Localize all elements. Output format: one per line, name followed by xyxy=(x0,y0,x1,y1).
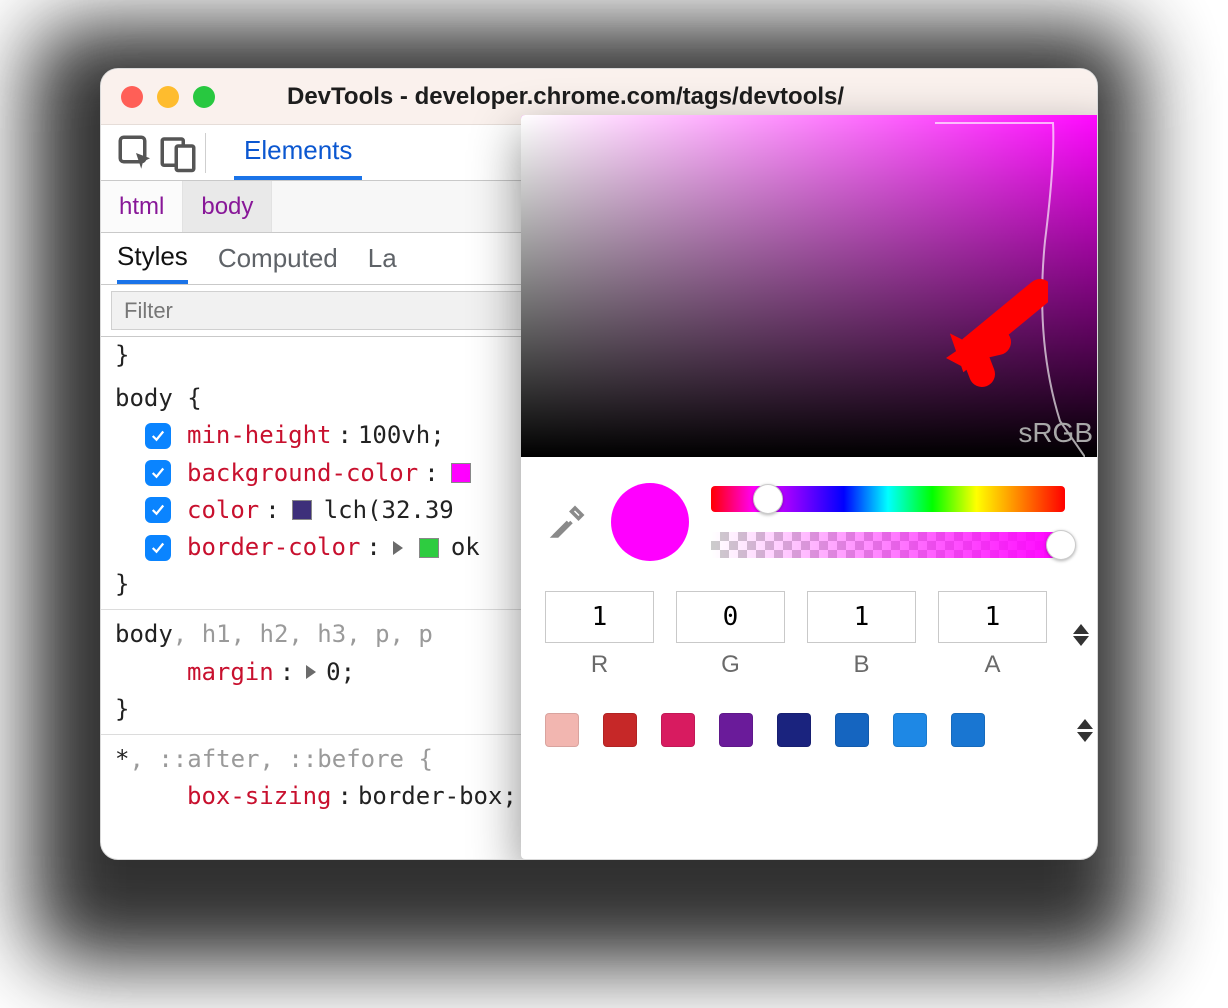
enable-checkbox[interactable] xyxy=(145,535,171,561)
subtab-styles[interactable]: Styles xyxy=(117,233,188,284)
color-palette xyxy=(521,683,1098,747)
tab-elements[interactable]: Elements xyxy=(234,125,362,180)
inspect-element-icon[interactable] xyxy=(115,132,157,174)
b-input[interactable]: 1 xyxy=(807,591,916,643)
b-label: B xyxy=(853,651,869,679)
picker-swatch-row xyxy=(521,457,1098,571)
color-swatch-icon[interactable] xyxy=(451,463,471,483)
palette-swatch[interactable] xyxy=(545,713,579,747)
r-input[interactable]: 1 xyxy=(545,591,654,643)
expand-triangle-icon[interactable] xyxy=(306,665,316,679)
color-swatch-icon[interactable] xyxy=(419,538,439,558)
palette-page-toggle[interactable] xyxy=(1077,719,1093,742)
zoom-window-button[interactable] xyxy=(193,86,215,108)
palette-swatch[interactable] xyxy=(661,713,695,747)
css-value: 0; xyxy=(326,654,355,691)
minimize-window-button[interactable] xyxy=(157,86,179,108)
gamut-boundary-line xyxy=(935,121,1085,457)
hue-slider-knob[interactable] xyxy=(753,484,783,514)
chevron-down-icon xyxy=(1077,732,1093,742)
window-title: DevTools - developer.chrome.com/tags/dev… xyxy=(247,83,1077,111)
css-property: color xyxy=(187,492,259,529)
g-input[interactable]: 0 xyxy=(676,591,785,643)
device-toggle-icon[interactable] xyxy=(157,132,199,174)
alpha-slider[interactable] xyxy=(711,532,1065,558)
color-mode-toggle[interactable] xyxy=(1069,624,1093,646)
palette-swatch[interactable] xyxy=(951,713,985,747)
css-property: box-sizing xyxy=(187,778,332,815)
palette-swatch[interactable] xyxy=(835,713,869,747)
chevron-down-icon xyxy=(1073,636,1089,646)
css-value: lch(32.39 xyxy=(324,492,454,529)
breadcrumb-body[interactable]: body xyxy=(183,181,272,232)
enable-checkbox[interactable] xyxy=(145,460,171,486)
eyedropper-icon[interactable] xyxy=(547,501,589,543)
palette-swatch[interactable] xyxy=(777,713,811,747)
devtools-window: DevTools - developer.chrome.com/tags/dev… xyxy=(100,68,1098,860)
css-property: min-height xyxy=(187,417,332,454)
hue-slider[interactable] xyxy=(711,486,1065,512)
chevron-up-icon xyxy=(1077,719,1093,729)
css-property: background-color xyxy=(187,455,418,492)
current-color-swatch xyxy=(611,483,689,561)
color-swatch-icon[interactable] xyxy=(292,500,312,520)
a-label: A xyxy=(984,651,1000,679)
css-selector-primary: body xyxy=(115,620,173,648)
g-label: G xyxy=(721,651,740,679)
subtab-computed[interactable]: Computed xyxy=(218,233,338,284)
rgba-inputs: 1 R 0 G 1 B 1 A xyxy=(521,571,1098,683)
close-window-button[interactable] xyxy=(121,86,143,108)
picker-sliders xyxy=(711,486,1091,558)
css-selector-primary: * xyxy=(115,745,129,773)
a-input[interactable]: 1 xyxy=(938,591,1047,643)
gamut-label: sRGB xyxy=(1018,417,1093,449)
css-value: border-box; xyxy=(358,778,517,815)
css-selector-secondary: , h1, h2, h3, p, p xyxy=(173,620,433,648)
palette-swatch[interactable] xyxy=(893,713,927,747)
chevron-up-icon xyxy=(1073,624,1089,634)
breadcrumb-html[interactable]: html xyxy=(101,181,183,232)
toolbar-separator xyxy=(205,133,206,173)
css-selector-secondary: , ::after, ::before { xyxy=(129,745,432,773)
enable-checkbox[interactable] xyxy=(145,423,171,449)
alpha-slider-knob[interactable] xyxy=(1046,530,1076,560)
subtab-layout[interactable]: La xyxy=(368,233,397,284)
palette-swatch[interactable] xyxy=(603,713,637,747)
css-value: 100vh; xyxy=(358,417,445,454)
enable-checkbox[interactable] xyxy=(145,497,171,523)
palette-swatch[interactable] xyxy=(719,713,753,747)
saturation-lightness-area[interactable]: sRGB xyxy=(521,115,1098,457)
traffic-lights xyxy=(121,86,215,108)
color-picker-popover: sRGB xyxy=(521,115,1098,859)
r-label: R xyxy=(591,651,608,679)
css-property: border-color xyxy=(187,529,360,566)
css-value: ok xyxy=(451,529,480,566)
css-property: margin xyxy=(187,654,274,691)
expand-triangle-icon[interactable] xyxy=(393,541,403,555)
